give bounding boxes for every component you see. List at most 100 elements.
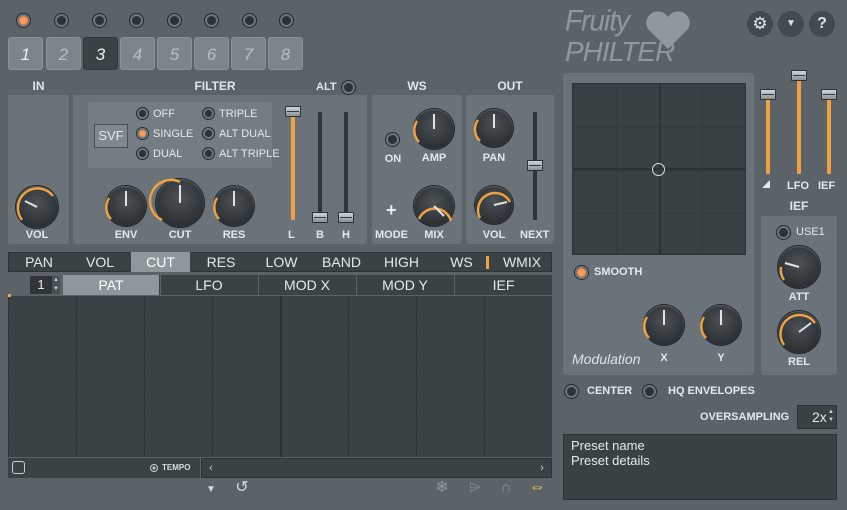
cut-knob[interactable] — [148, 178, 204, 227]
xy-pad-point[interactable] — [652, 163, 665, 176]
smooth-label: SMOOTH — [594, 266, 643, 278]
ief-fader-track[interactable] — [827, 94, 831, 174]
slot-led-1[interactable] — [17, 14, 30, 27]
lfo-fader-handle[interactable] — [791, 70, 807, 81]
tag-icon[interactable]: ⌲ — [466, 479, 484, 497]
mod-y-knob[interactable] — [700, 305, 741, 345]
slot-button-1[interactable]: 1 — [8, 37, 43, 70]
tab-band[interactable]: BAND — [312, 252, 372, 272]
next-fader-handle[interactable] — [527, 160, 543, 171]
slot-led-3[interactable] — [93, 14, 106, 27]
swap-arrows-icon[interactable]: ⇔ — [527, 479, 547, 497]
mix-knob[interactable] — [414, 186, 454, 226]
use1-led[interactable] — [777, 226, 790, 239]
magnet-icon[interactable]: ∩ — [497, 479, 515, 497]
res-knob[interactable] — [213, 186, 254, 226]
tab-vol[interactable]: VOL — [70, 252, 131, 272]
preset-name[interactable]: Preset name — [571, 438, 645, 453]
ief-fader-handle[interactable] — [821, 89, 837, 100]
hq-envelopes-led[interactable] — [643, 385, 656, 398]
in-vol-label: VOL — [25, 229, 49, 241]
dropdown-icon[interactable]: ▼ — [203, 482, 219, 498]
mode-dual-led[interactable] — [137, 148, 148, 159]
slot-button-7[interactable]: 7 — [231, 37, 266, 70]
pan-knob[interactable] — [473, 109, 513, 147]
mode-label: MODE — [375, 229, 408, 241]
mode-alt-dual-led[interactable] — [203, 128, 214, 139]
cut-label: CUT — [168, 229, 192, 241]
tab-high[interactable]: HIGH — [372, 252, 432, 272]
scrollbar[interactable] — [201, 458, 552, 478]
level-fader-track[interactable] — [766, 90, 770, 174]
ws-on-led[interactable] — [386, 133, 399, 146]
slot-led-8[interactable] — [280, 14, 293, 27]
alt-led[interactable] — [342, 81, 355, 94]
help-button[interactable]: ? — [809, 11, 835, 37]
out-vol-knob[interactable] — [475, 186, 513, 224]
slot-led-5[interactable] — [168, 14, 181, 27]
lfo-fader-track[interactable] — [797, 76, 801, 174]
tab-cut[interactable]: CUT — [131, 252, 191, 272]
snowflake-icon[interactable]: ❄ — [433, 479, 451, 497]
tab-pan[interactable]: PAN — [9, 252, 70, 272]
mode-single-led[interactable] — [137, 128, 148, 139]
tab-ief[interactable]: IEF — [455, 275, 552, 295]
scroll-left-icon[interactable]: ‹ — [203, 460, 219, 476]
tab-pat[interactable]: PAT — [63, 275, 160, 295]
env-knob[interactable] — [105, 186, 146, 226]
mode-plus-icon[interactable]: + — [386, 200, 397, 221]
tab-low[interactable]: LOW — [252, 252, 312, 272]
mode-alt-triple-label: ALT TRIPLE — [219, 148, 280, 160]
amp-knob[interactable] — [413, 109, 454, 149]
pattern-spin-icon[interactable]: ▲ ▼ — [52, 276, 60, 294]
h-fader-track[interactable] — [344, 112, 348, 220]
mode-alt-triple-led[interactable] — [203, 148, 214, 159]
mod-x-knob[interactable] — [643, 305, 684, 345]
level-fader-handle[interactable] — [760, 89, 776, 100]
mode-triple-led[interactable] — [203, 108, 214, 119]
mode-off-led[interactable] — [137, 108, 148, 119]
slot-button-4[interactable]: 4 — [120, 37, 155, 70]
l-fader-handle[interactable] — [285, 106, 301, 117]
oversampling-value: 2x — [812, 409, 827, 425]
h-fader-handle[interactable] — [338, 212, 354, 223]
tempo-radio-icon[interactable] — [150, 464, 158, 472]
slot-led-4[interactable] — [130, 14, 143, 27]
tab-mod-x[interactable]: MOD X — [259, 275, 356, 295]
tab-lfo[interactable]: LFO — [161, 275, 258, 295]
chevron-down-button[interactable]: ▼ — [778, 11, 804, 37]
mode-triple-label: TRIPLE — [219, 108, 258, 120]
att-label: ATT — [788, 291, 810, 303]
b-fader-handle[interactable] — [312, 212, 328, 223]
mode-off-label: OFF — [153, 108, 175, 120]
rel-knob[interactable] — [778, 311, 820, 353]
b-fader-track[interactable] — [318, 112, 322, 220]
slot-button-8[interactable]: 8 — [268, 37, 303, 70]
slot-led-6[interactable] — [205, 14, 218, 27]
smooth-led[interactable] — [575, 266, 588, 279]
scroll-right-icon[interactable]: › — [534, 460, 550, 476]
tempo-checkbox[interactable] — [12, 461, 25, 474]
tab-wmix[interactable]: WMIX — [492, 252, 552, 272]
svf-button[interactable]: SVF — [94, 124, 128, 148]
slot-button-5[interactable]: 5 — [157, 37, 192, 70]
slot-button-6[interactable]: 6 — [194, 37, 229, 70]
ws-on-label: ON — [384, 153, 402, 165]
pan-label: PAN — [482, 152, 506, 164]
slot-led-2[interactable] — [55, 14, 68, 27]
in-vol-knob[interactable] — [16, 186, 58, 228]
tab-ws[interactable]: WS — [432, 252, 492, 272]
reset-icon[interactable]: ↺ — [233, 479, 251, 497]
slot-button-3[interactable]: 3 — [83, 37, 118, 70]
oversampling-spin-icon[interactable]: ▲ ▼ — [828, 408, 834, 424]
gear-button[interactable]: ⚙ — [747, 11, 773, 37]
l-fader-track[interactable] — [291, 108, 295, 220]
next-label: NEXT — [520, 229, 550, 241]
slot-button-2[interactable]: 2 — [46, 37, 81, 70]
pattern-number[interactable]: 1 — [30, 276, 52, 294]
att-knob[interactable] — [778, 246, 820, 288]
tab-res[interactable]: RES — [191, 252, 252, 272]
tab-mod-y[interactable]: MOD Y — [357, 275, 454, 295]
center-led[interactable] — [565, 385, 578, 398]
slot-led-7[interactable] — [243, 14, 256, 27]
